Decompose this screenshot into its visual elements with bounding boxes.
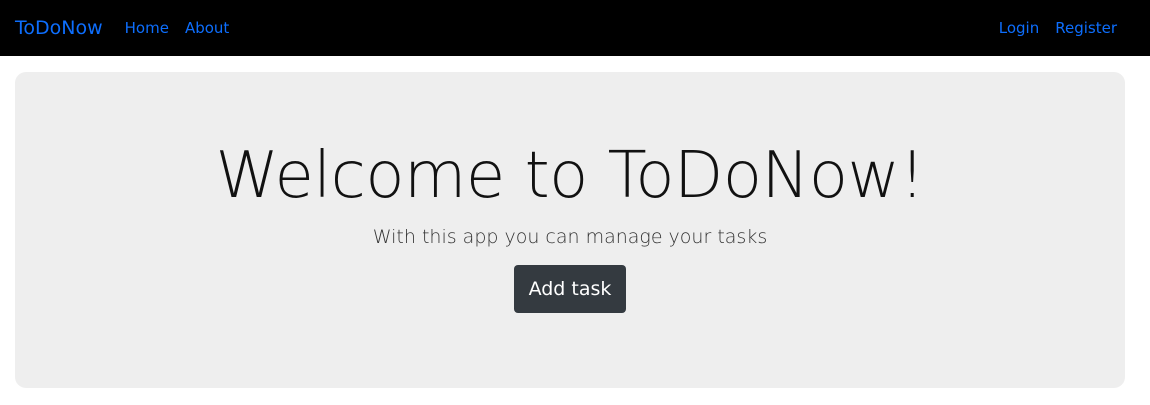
welcome-jumbotron: Welcome to ToDoNow! With this app you ca… [15, 72, 1125, 388]
nav-link-login[interactable]: Login [999, 20, 1039, 36]
nav-link-home[interactable]: Home [125, 20, 169, 36]
add-task-button[interactable]: Add task [514, 265, 626, 313]
hero-title: Welcome to ToDoNow! [215, 139, 925, 213]
nav-link-about[interactable]: About [185, 20, 229, 36]
nav-left-links: Home About [125, 20, 230, 36]
nav-link-register[interactable]: Register [1055, 20, 1117, 36]
brand-link[interactable]: ToDoNow [15, 18, 103, 38]
nav-right-links: Login Register [999, 20, 1117, 36]
hero-lead: With this app you can manage your tasks [372, 226, 768, 248]
top-navbar: ToDoNow Home About Login Register [0, 0, 1150, 56]
